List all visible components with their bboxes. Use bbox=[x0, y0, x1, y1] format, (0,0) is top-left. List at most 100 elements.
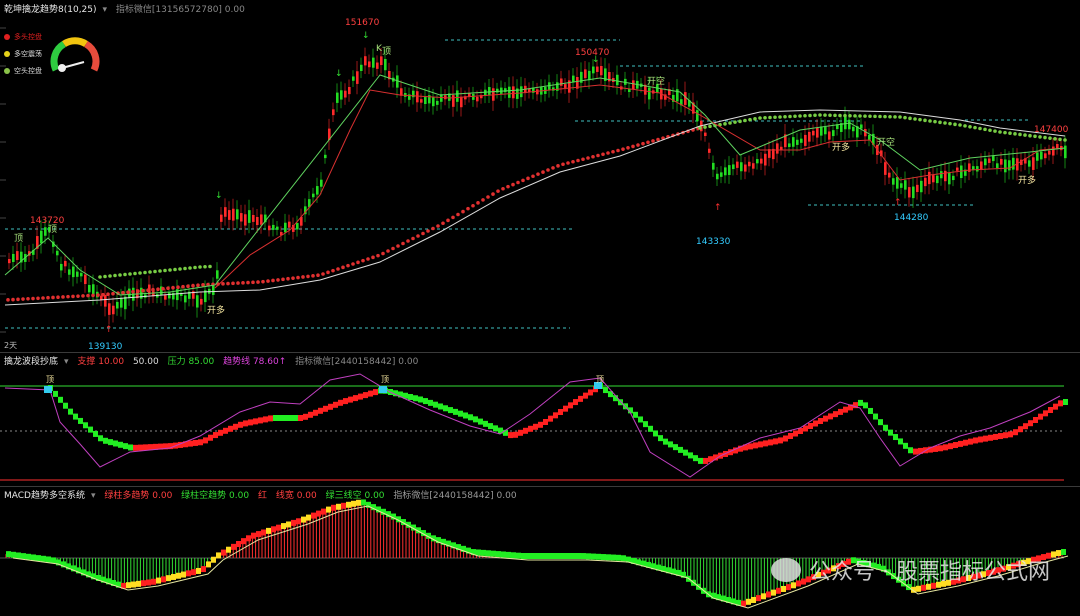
osc-block bbox=[283, 415, 288, 421]
trend-dot bbox=[893, 115, 897, 119]
trend-dot bbox=[381, 251, 385, 256]
osc-block bbox=[863, 402, 868, 409]
dropdown-icon[interactable]: ▾ bbox=[103, 5, 108, 15]
macd-block bbox=[351, 500, 356, 507]
candle-body bbox=[724, 167, 727, 176]
dropdown-icon[interactable]: ▾ bbox=[64, 357, 69, 367]
macd-block bbox=[576, 553, 581, 559]
macd-block bbox=[591, 553, 596, 560]
candle-body bbox=[260, 214, 263, 225]
trend-dot bbox=[146, 288, 150, 293]
candle-body bbox=[240, 213, 243, 222]
macd-panel[interactable]: MACD趋势多空系统 ▾ 绿柱多趋势 0.00 绿柱空趋势 0.00 红 线宽 0… bbox=[0, 486, 1080, 616]
macd-indicator-name[interactable]: MACD趋势多空系统 bbox=[4, 491, 85, 501]
osc-block bbox=[1053, 403, 1058, 410]
osc-block bbox=[443, 405, 448, 412]
candle-body bbox=[812, 130, 815, 136]
osc-block bbox=[973, 437, 978, 444]
osc-block bbox=[123, 443, 128, 450]
candle-body bbox=[284, 222, 287, 233]
candle-body bbox=[804, 134, 807, 146]
trend-dot bbox=[1008, 131, 1012, 136]
candle-body bbox=[796, 139, 799, 145]
macd-label: 绿柱多趋势 0.00 bbox=[104, 491, 173, 501]
candle-body bbox=[200, 298, 203, 305]
trend-dot bbox=[803, 113, 807, 118]
ma-line bbox=[4, 109, 1066, 306]
macd-block bbox=[561, 553, 566, 559]
osc-block bbox=[573, 399, 578, 406]
macd-block bbox=[516, 552, 521, 559]
osc-block bbox=[348, 396, 353, 403]
trend-dot bbox=[536, 172, 540, 176]
osc-block bbox=[108, 439, 113, 446]
candle-body bbox=[860, 124, 863, 129]
osc-block bbox=[528, 425, 533, 432]
candle-body bbox=[616, 74, 619, 86]
osc-block bbox=[668, 441, 673, 448]
trend-dot bbox=[833, 113, 837, 118]
osc-block bbox=[208, 434, 213, 441]
oscillator-chart[interactable] bbox=[0, 352, 1080, 486]
osc-indicator-name[interactable]: 擒龙波段抄底 bbox=[4, 357, 58, 367]
osc-block bbox=[448, 407, 453, 414]
trend-dot bbox=[346, 263, 350, 268]
osc-block bbox=[533, 423, 538, 430]
trend-dot bbox=[341, 265, 345, 270]
signal-k: K bbox=[376, 44, 382, 54]
osc-block bbox=[873, 413, 878, 420]
macd-block bbox=[766, 591, 771, 598]
macd-block bbox=[266, 527, 271, 534]
trend-dot bbox=[813, 113, 817, 118]
trend-dot bbox=[486, 195, 490, 199]
trend-dot bbox=[818, 113, 822, 117]
osc-block bbox=[563, 405, 568, 412]
osc-block bbox=[1048, 407, 1053, 413]
trend-dot bbox=[118, 273, 122, 277]
osc-block bbox=[583, 392, 588, 399]
trend-dot bbox=[748, 117, 752, 122]
macd-block bbox=[211, 556, 216, 563]
buy-arrow-icon: ↑ bbox=[105, 325, 113, 335]
candle-body bbox=[348, 87, 351, 95]
trend-dot bbox=[908, 116, 912, 121]
osc-block bbox=[938, 445, 943, 452]
dropdown-icon[interactable]: ▾ bbox=[91, 491, 96, 501]
macd-block bbox=[51, 557, 56, 564]
candle-body bbox=[512, 86, 515, 99]
trend-dot bbox=[411, 236, 415, 241]
candle-body bbox=[324, 154, 327, 159]
macd-block bbox=[746, 598, 751, 605]
candle-body bbox=[936, 175, 939, 184]
trend-dot bbox=[611, 149, 615, 154]
osc-block bbox=[833, 411, 838, 418]
candle-body bbox=[928, 171, 931, 185]
candle-body bbox=[340, 90, 343, 100]
macd-block bbox=[171, 573, 176, 580]
macd-label: 线宽 0.00 bbox=[275, 491, 317, 501]
osc-block bbox=[703, 457, 708, 464]
trend-dot bbox=[1018, 132, 1022, 137]
osc-block bbox=[968, 438, 973, 445]
legend-item: 空头控盘 bbox=[4, 62, 42, 79]
osc-block bbox=[148, 444, 153, 451]
macd-chart[interactable] bbox=[0, 486, 1080, 616]
macd-block bbox=[141, 580, 146, 587]
candle-body bbox=[1028, 160, 1031, 167]
candle-body bbox=[224, 207, 227, 217]
oscillator-panel[interactable]: 擒龙波段抄底 ▾ 支撑 10.00 50.00 压力 85.00 趋势线 78.6… bbox=[0, 352, 1080, 487]
osc-block bbox=[868, 407, 873, 414]
trend-dot bbox=[16, 297, 20, 302]
candle-body bbox=[960, 165, 963, 179]
main-indicator-name[interactable]: 乾坤擒龙趋势8(10,25) bbox=[4, 5, 97, 15]
trend-dot bbox=[256, 280, 260, 284]
candle-body bbox=[488, 87, 491, 95]
macd-block bbox=[151, 578, 156, 585]
trend-dot bbox=[153, 269, 157, 274]
trend-dot bbox=[261, 279, 265, 284]
macd-block bbox=[1051, 551, 1056, 558]
main-chart-panel[interactable]: ↑ ↑ ↑ ↓ ↓ ↓ ↓ 乾坤擒龙趋势8(10,25) ▾ 指标微信[13156572780… bbox=[0, 0, 1080, 353]
main-price-chart[interactable]: ↑↑ ↑↓↓↓↓ bbox=[0, 0, 1080, 352]
osc-block bbox=[898, 438, 903, 445]
trend-dot bbox=[918, 117, 922, 122]
